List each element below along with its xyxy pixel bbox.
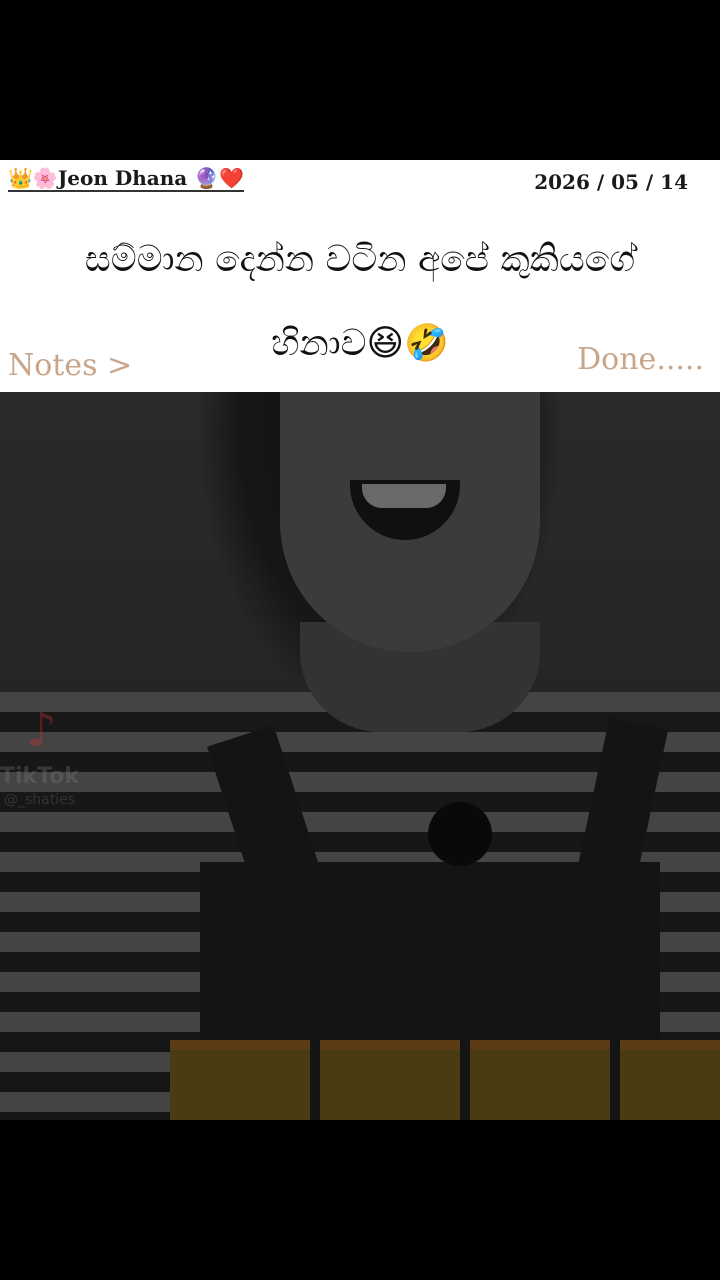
author-label: Jeon Dhana [57, 166, 188, 190]
tiktok-icon: ♪ [26, 702, 57, 758]
bottom-letterbox [0, 1120, 720, 1280]
sign-block-4 [620, 1040, 720, 1120]
crown-flower-icon: 👑🌸 [8, 166, 58, 190]
author-name[interactable]: 👑🌸Jeon Dhana 🔮❤️ [8, 166, 244, 192]
caption-line-1: සම්මාන දෙන්න වටින අපේ කුකියගේ [84, 239, 636, 280]
note-card: 👑🌸Jeon Dhana 🔮❤️ 2026 / 05 / 14 සම්මාන ද… [0, 160, 720, 392]
sign-block-2 [320, 1040, 460, 1120]
note-date: 2026 / 05 / 14 [534, 170, 688, 194]
sign-block-3 [470, 1040, 610, 1120]
lapel-mic [428, 802, 492, 866]
watermark-brand: TikTok [0, 764, 80, 789]
notes-back-link[interactable]: Notes > [8, 348, 132, 383]
top-letterbox [0, 0, 720, 160]
tiktok-watermark: ♪ TikTok @_shaties [0, 702, 110, 822]
sign-block-1 [170, 1040, 310, 1120]
teeth-shape [362, 484, 446, 508]
crystal-heart-icon: 🔮❤️ [194, 166, 244, 190]
watermark-user: @_shaties [4, 792, 76, 808]
done-button[interactable]: Done..... [577, 342, 704, 377]
video-frame[interactable]: ♪ TikTok @_shaties [0, 392, 720, 1120]
